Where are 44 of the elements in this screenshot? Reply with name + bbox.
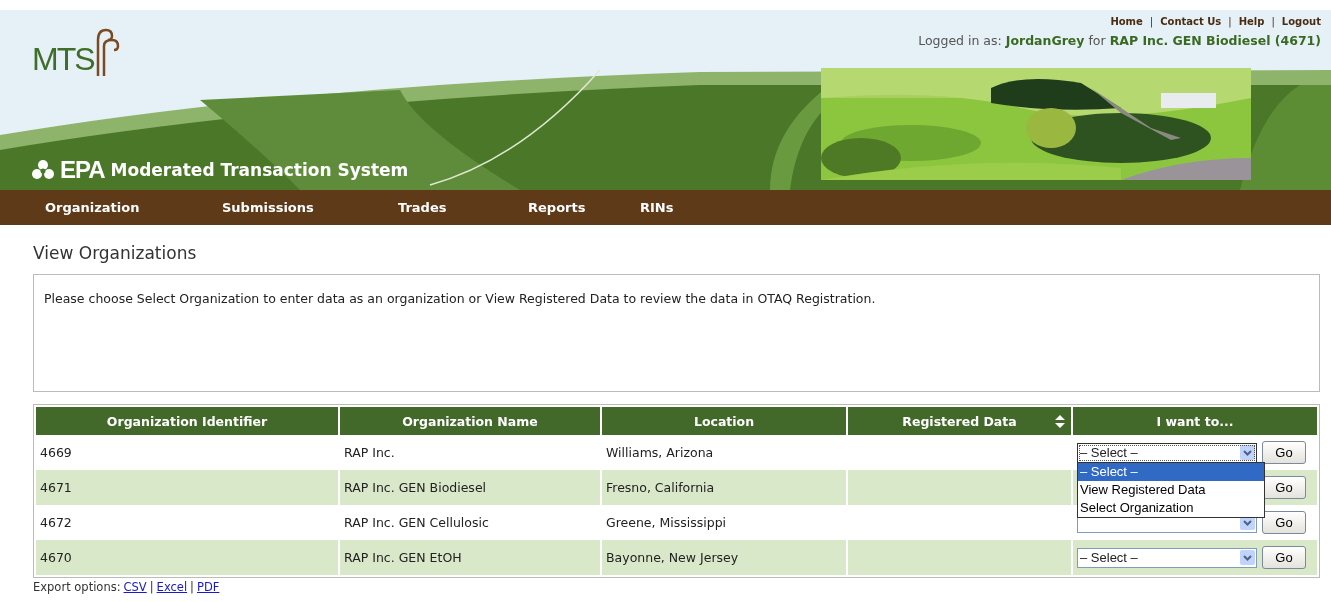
column-header: Organization Identifier [36, 407, 338, 435]
export-label: Export options: [33, 580, 121, 594]
nav-item[interactable]: Trades [398, 200, 528, 215]
login-info: Logged in as: JordanGrey for RAP Inc. GEN Biodiesel (4671) [918, 33, 1321, 48]
column-header: Location [602, 407, 846, 435]
column-header: I want to... [1073, 407, 1317, 435]
export-link[interactable]: Excel [156, 580, 188, 594]
go-button[interactable]: Go [1262, 511, 1306, 534]
header-link[interactable]: Home [1110, 16, 1143, 27]
link-separator: | [1228, 16, 1232, 27]
table-cell: RAP Inc. GEN Biodiesel [340, 470, 600, 505]
header-link[interactable]: Logout [1281, 16, 1321, 27]
table-cell: Fresno, California [602, 470, 846, 505]
action-dropdown[interactable]: – Select – [1077, 442, 1257, 463]
header-link[interactable]: Help [1238, 16, 1265, 27]
go-button[interactable]: Go [1262, 441, 1306, 464]
nav-item[interactable]: Organization [45, 200, 222, 215]
export-link[interactable]: PDF [196, 580, 220, 594]
action-dropdown[interactable]: – Select – [1077, 547, 1257, 568]
header-link[interactable]: Contact Us [1160, 16, 1222, 27]
column-header[interactable]: Registered Data [848, 407, 1071, 435]
column-header: Organization Name [340, 407, 600, 435]
link-separator: | [1149, 16, 1154, 27]
nav-item[interactable]: Submissions [222, 200, 398, 215]
table-cell: 4671 [36, 470, 338, 505]
table-cell: 4670 [36, 540, 338, 575]
go-button[interactable]: Go [1262, 546, 1306, 569]
message-text: Please choose Select Organization to enter data as an organization or View Registered Data to review the data in OTAQ Registration. [33, 274, 1320, 392]
agency-logo-text: EPA [60, 156, 105, 184]
export-link[interactable]: CSV [123, 580, 147, 594]
system-title: Moderated Transaction System [110, 160, 409, 180]
sort-icon[interactable] [1055, 415, 1065, 428]
go-button[interactable]: Go [1262, 476, 1306, 499]
dropdown-option[interactable]: – Select – [1078, 463, 1264, 481]
link-separator: | [149, 580, 154, 594]
nav-item[interactable]: Reports [528, 200, 640, 215]
flower-icon [32, 159, 54, 181]
link-separator: | [190, 580, 194, 594]
page-title: View Organizations [33, 243, 198, 263]
table-cell: RAP Inc. GEN EtOH [340, 540, 600, 575]
link-separator: | [1271, 16, 1275, 27]
table-cell: Bayonne, New Jersey [602, 540, 846, 575]
logo-text: MTS [32, 41, 94, 78]
nav-item[interactable]: RINs [640, 200, 740, 215]
